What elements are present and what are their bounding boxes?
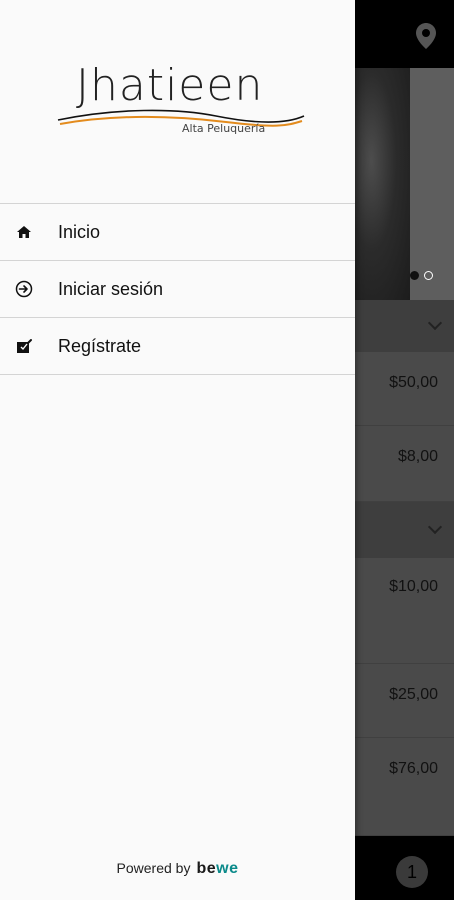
service-price: $76,00: [389, 760, 438, 777]
category-header[interactable]: [355, 502, 454, 558]
menu-item-inicio[interactable]: Inicio: [0, 204, 355, 261]
carousel-dot[interactable]: [424, 271, 433, 280]
service-row[interactable]: $25,00: [355, 664, 454, 738]
menu-item-label: Regístrate: [58, 335, 142, 356]
location-pin-icon[interactable]: [414, 22, 438, 50]
cart-count-badge[interactable]: 1: [396, 856, 428, 888]
home-icon: [15, 223, 33, 241]
bewe-logo[interactable]: bewe: [196, 860, 238, 877]
service-price: $50,00: [389, 374, 438, 391]
login-icon: [15, 280, 33, 298]
service-row[interactable]: $76,00: [355, 738, 454, 836]
navigation-drawer: Jhatieen Alta Peluquería Inicio Iniciar …: [0, 0, 355, 900]
chevron-down-icon: [427, 519, 443, 535]
menu-item-label: Inicio: [58, 221, 101, 242]
logo-swoosh-icon: [57, 109, 305, 127]
service-price: $25,00: [389, 686, 438, 703]
hero-carousel[interactable]: [355, 68, 454, 300]
category-header[interactable]: [355, 300, 454, 352]
bewe-prefix: be: [196, 860, 217, 877]
carousel-dots: [410, 271, 433, 280]
service-price: $8,00: [397, 448, 438, 465]
drawer-menu: Inicio Iniciar sesión Regístrate: [0, 203, 355, 375]
service-row[interactable]: $8,00: [355, 426, 454, 502]
service-row[interactable]: $10,00: [355, 558, 454, 664]
menu-item-iniciar-sesion[interactable]: Iniciar sesión: [0, 261, 355, 318]
menu-item-label: Iniciar sesión: [58, 278, 164, 299]
powered-by-text: Powered by: [116, 860, 191, 876]
service-price: $10,00: [389, 578, 438, 595]
register-icon: [15, 337, 33, 355]
menu-item-registrate[interactable]: Regístrate: [0, 318, 355, 375]
hero-image: [355, 68, 410, 300]
chevron-down-icon: [427, 315, 443, 331]
powered-by-footer: Powered by bewe: [0, 860, 355, 878]
service-row[interactable]: $50,00: [355, 352, 454, 426]
carousel-dot-active[interactable]: [410, 271, 419, 280]
brand-logo: Jhatieen Alta Peluquería: [56, 60, 306, 140]
bewe-suffix: we: [216, 860, 239, 877]
brand-tagline: Alta Peluquería: [182, 122, 266, 135]
